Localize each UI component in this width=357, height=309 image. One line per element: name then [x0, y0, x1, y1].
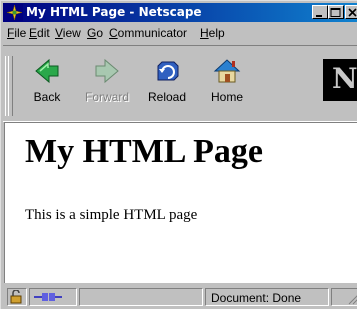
back-arrow-icon — [35, 58, 59, 84]
netscape-throbber-logo[interactable]: N — [323, 59, 357, 101]
menu-edit-rest: dit — [37, 26, 50, 40]
throbber-letter: N — [332, 62, 357, 95]
forward-button[interactable]: Forward — [77, 54, 137, 114]
status-text: Document: Done — [211, 291, 302, 305]
menu-bar: File Edit View Go Communicator Help — [3, 23, 357, 43]
menu-view-rest: iew — [62, 26, 81, 40]
back-label: Back — [33, 90, 61, 104]
maximize-icon — [330, 8, 341, 17]
menu-help-rest: elp — [208, 26, 225, 40]
home-label: Home — [210, 90, 243, 104]
menu-go-accel: G — [87, 26, 97, 40]
close-button[interactable] — [345, 5, 357, 19]
page-heading: My HTML Page — [25, 133, 263, 170]
reload-label: Reload — [147, 90, 187, 104]
menu-file-rest: ile — [14, 26, 27, 40]
menu-file[interactable]: File — [7, 26, 26, 40]
close-icon — [348, 8, 357, 17]
toolbar-grip-inner[interactable] — [8, 56, 13, 116]
reload-icon — [157, 61, 179, 81]
connection-plug-icon — [34, 293, 62, 301]
browser-window: My HTML Page - Netscape File Edit View G… — [0, 0, 357, 309]
menu-go[interactable]: Go — [87, 26, 103, 40]
menu-view-accel: V — [55, 26, 63, 40]
back-button[interactable]: Back — [17, 54, 77, 114]
minimize-icon — [316, 15, 322, 17]
menu-view[interactable]: View — [55, 26, 81, 40]
forward-arrow-icon — [95, 58, 119, 84]
reload-button[interactable]: Reload — [137, 54, 197, 114]
home-icon — [213, 59, 241, 83]
security-lock-icon — [10, 290, 22, 304]
window-title: My HTML Page - Netscape — [26, 5, 202, 19]
netscape-app-icon — [6, 4, 23, 21]
title-bar[interactable]: My HTML Page - Netscape — [3, 3, 357, 22]
menu-go-rest: o — [96, 26, 104, 40]
page-content[interactable]: My HTML Page This is a simple HTML page — [4, 122, 357, 283]
progress-cell — [79, 288, 203, 306]
minimize-button[interactable] — [312, 5, 328, 19]
status-text-cell: Document: Done — [205, 288, 329, 306]
maximize-button[interactable] — [328, 5, 344, 19]
security-cell[interactable] — [7, 288, 27, 306]
menu-help-accel: H — [200, 26, 209, 40]
menu-communicator[interactable]: Communicator — [109, 26, 187, 40]
status-bar: Document: Done — [3, 286, 357, 308]
menu-edit[interactable]: Edit — [29, 26, 50, 40]
resize-grip-cell[interactable] — [331, 288, 357, 306]
page-paragraph: This is a simple HTML page — [25, 207, 198, 223]
menu-communicator-accel: C — [109, 26, 118, 40]
navigation-toolbar: Back Forward Reload Home N — [3, 45, 357, 122]
menu-help[interactable]: Help — [200, 26, 225, 40]
connection-cell[interactable] — [29, 288, 77, 306]
menu-edit-accel: E — [29, 26, 38, 40]
forward-label: Forward — [84, 90, 129, 104]
resize-grip-icon — [348, 295, 357, 305]
menu-communicator-rest: ommunicator — [117, 26, 188, 40]
home-button[interactable]: Home — [197, 54, 257, 114]
